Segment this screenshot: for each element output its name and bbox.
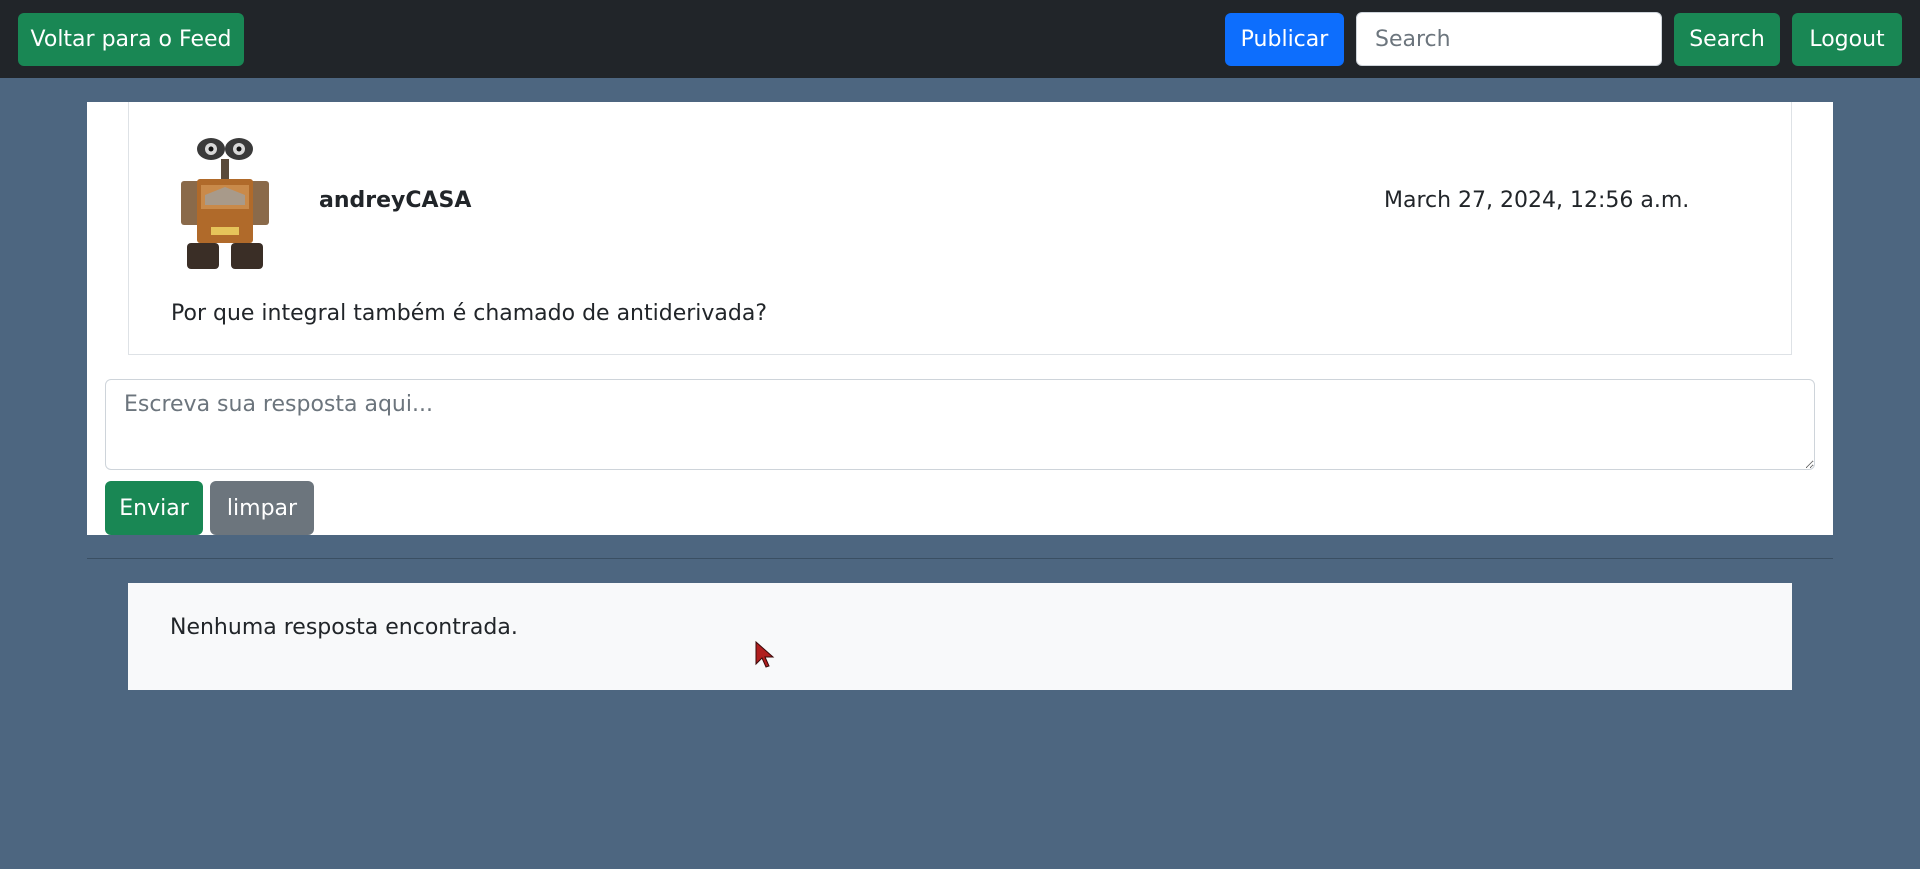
no-replies-message: Nenhuma resposta encontrada. [170, 615, 518, 640]
send-reply-button[interactable]: Enviar [105, 481, 203, 535]
section-divider [87, 558, 1833, 559]
post-author-username[interactable]: andreyCASA [319, 188, 471, 213]
search-button[interactable]: Search [1674, 13, 1780, 66]
clear-reply-button[interactable]: limpar [210, 481, 314, 535]
search-input[interactable] [1356, 12, 1662, 66]
replies-list: Nenhuma resposta encontrada. [128, 583, 1792, 690]
reply-textarea[interactable] [105, 379, 1815, 470]
publish-button[interactable]: Publicar [1225, 13, 1344, 66]
mouse-cursor-icon [755, 640, 775, 668]
logout-button[interactable]: Logout [1792, 13, 1902, 66]
post-timestamp: March 27, 2024, 12:56 a.m. [1384, 188, 1690, 213]
main-container: andreyCASA March 27, 2024, 12:56 a.m. Po… [87, 102, 1833, 535]
top-navbar: Voltar para o Feed Publicar Search Logou… [0, 0, 1920, 78]
post-question-text: Por que integral também é chamado de ant… [171, 301, 768, 326]
back-to-feed-button[interactable]: Voltar para o Feed [18, 13, 244, 66]
post-card: andreyCASA March 27, 2024, 12:56 a.m. Po… [128, 102, 1792, 355]
robot-avatar-icon [181, 138, 269, 269]
